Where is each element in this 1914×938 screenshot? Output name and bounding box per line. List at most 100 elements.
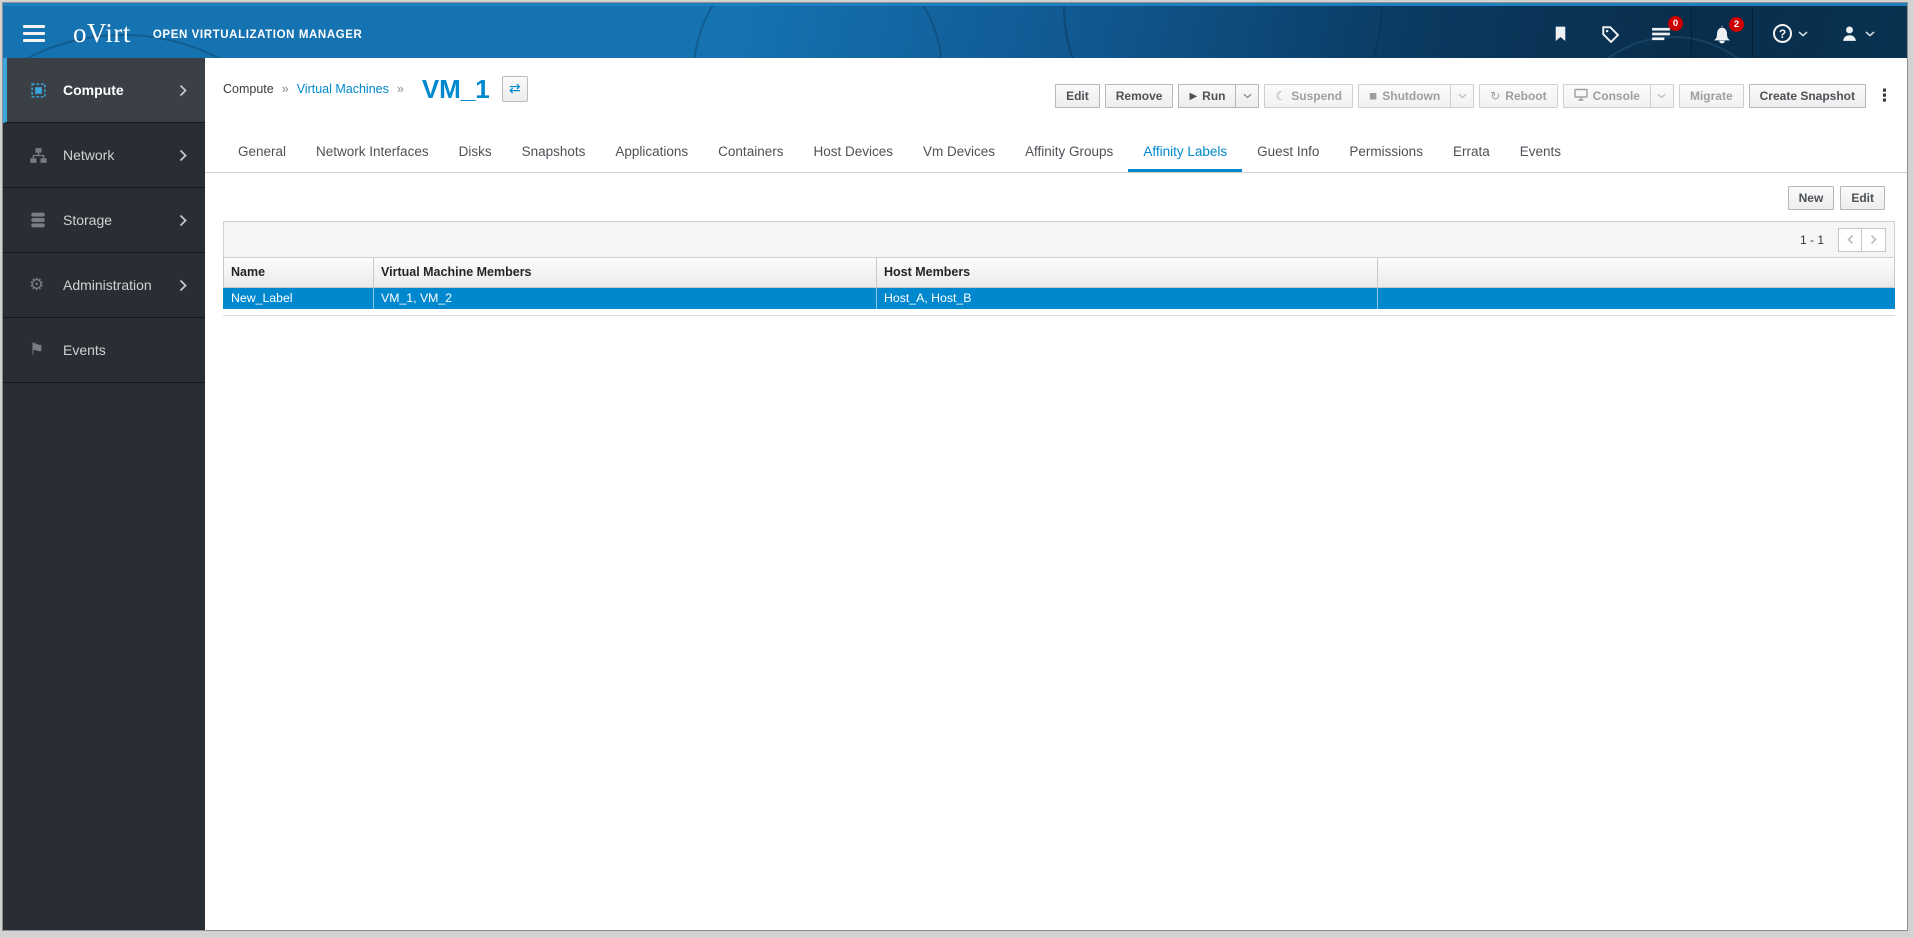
breadcrumb-virtual-machines-link[interactable]: Virtual Machines	[297, 82, 389, 96]
user-menu-button[interactable]	[1824, 24, 1891, 43]
hamburger-menu-icon[interactable]	[23, 25, 45, 46]
console-dropdown-button[interactable]	[1649, 84, 1674, 108]
tab-events[interactable]: Events	[1505, 135, 1576, 172]
tag-icon	[1601, 25, 1619, 43]
column-header-host-members: Host Members	[876, 258, 1378, 288]
sidebar-item-administration[interactable]: ⚙ Administration	[3, 253, 205, 318]
detail-tabs: General Network Interfaces Disks Snapsho…	[205, 135, 1907, 173]
reboot-icon: ↻	[1490, 89, 1501, 103]
tab-network-interfaces[interactable]: Network Interfaces	[301, 135, 444, 172]
chevron-right-icon	[179, 214, 187, 232]
tags-button[interactable]	[1585, 25, 1635, 43]
pagination-range: 1 - 1	[1799, 232, 1824, 247]
masthead: oVirt OPEN VIRTUALIZATION MANAGER 0 2 ?	[3, 3, 1907, 58]
reboot-button[interactable]: ↻ Reboot	[1479, 84, 1558, 108]
run-dropdown-button[interactable]	[1235, 84, 1260, 108]
moon-icon: ☾	[1275, 89, 1287, 103]
run-button[interactable]: ▶ Run	[1178, 84, 1236, 108]
cell-vm-members[interactable]: VM_1, VM_2	[373, 287, 877, 309]
alerts-count-badge: 2	[1729, 16, 1744, 32]
product-name: OPEN VIRTUALIZATION MANAGER	[152, 29, 363, 41]
masthead-divider	[1752, 6, 1753, 58]
vm-action-toolbar: Edit Remove ▶ Run ☾ Suspend ◼ Shutdown ↻ Reb…	[1050, 84, 1893, 108]
table-header-row: Name Virtual Machine Members Host Member…	[223, 258, 1895, 288]
console-monitor-icon	[1573, 88, 1588, 104]
ovirt-logo: oVirt	[73, 18, 131, 48]
sidebar-item-network[interactable]: Network	[3, 123, 205, 188]
tasks-button[interactable]: 0	[1635, 15, 1687, 43]
user-icon	[1840, 24, 1859, 43]
sidebar-item-storage[interactable]: Storage	[3, 188, 205, 253]
sidebar-item-events[interactable]: ⚑ Events	[3, 318, 205, 383]
brand: oVirt OPEN VIRTUALIZATION MANAGER	[73, 6, 362, 58]
breadcrumb-separator: »	[396, 82, 404, 96]
suspend-button[interactable]: ☾ Suspend	[1264, 84, 1353, 108]
tab-disks[interactable]: Disks	[444, 135, 507, 172]
chevron-right-icon	[179, 279, 187, 297]
tab-errata[interactable]: Errata	[1438, 135, 1505, 172]
tab-snapshots[interactable]: Snapshots	[507, 135, 601, 172]
tab-permissions[interactable]: Permissions	[1334, 135, 1438, 172]
sidebar-item-label: Compute	[63, 82, 124, 98]
masthead-icon-bar: 0 2 ?	[1536, 6, 1891, 58]
help-menu-button[interactable]: ?	[1757, 24, 1824, 43]
breadcrumb-compute[interactable]: Compute	[223, 82, 274, 96]
table-row[interactable]: New_Label VM_1, VM_2 Host_A, Host_B	[223, 287, 1895, 309]
sidebar-item-label: Events	[63, 342, 106, 358]
remove-vm-button[interactable]: Remove	[1104, 84, 1174, 108]
switch-entity-button[interactable]: ⇄	[501, 76, 528, 102]
new-label-button[interactable]: New	[1787, 186, 1835, 210]
flag-icon: ⚑	[29, 339, 45, 360]
cell-empty[interactable]	[1377, 287, 1895, 309]
column-header-empty	[1377, 258, 1895, 288]
network-icon	[29, 147, 63, 164]
pagination-bar: 1 - 1	[223, 221, 1895, 258]
page-header: Compute » Virtual Machines » VM_1 ⇄ Edit…	[205, 58, 1907, 133]
chevron-right-icon	[179, 149, 187, 167]
tab-affinity-groups[interactable]: Affinity Groups	[1010, 135, 1128, 172]
stop-icon: ◼	[1368, 90, 1378, 102]
shutdown-button[interactable]: ◼ Shutdown	[1357, 84, 1451, 108]
masthead-decoration	[693, 6, 943, 58]
edit-label-button[interactable]: Edit	[1840, 186, 1885, 210]
sidebar-item-label: Storage	[63, 212, 113, 228]
breadcrumb: Compute » Virtual Machines » VM_1 ⇄	[223, 76, 528, 102]
kebab-menu-icon[interactable]: ⋮	[1876, 87, 1893, 105]
masthead-decoration	[1063, 6, 1383, 58]
create-snapshot-button[interactable]: Create Snapshot	[1748, 84, 1866, 108]
vertical-nav: Compute Network Storage ⚙ Administration…	[3, 58, 205, 930]
migrate-button[interactable]: Migrate	[1678, 84, 1744, 108]
cell-host-members[interactable]: Host_A, Host_B	[876, 287, 1378, 309]
tab-host-devices[interactable]: Host Devices	[798, 135, 908, 172]
tasks-count-badge: 0	[1668, 15, 1683, 31]
tab-containers[interactable]: Containers	[703, 135, 798, 172]
column-header-name: Name	[223, 258, 374, 288]
sidebar-item-label: Network	[63, 147, 115, 163]
edit-vm-button[interactable]: Edit	[1055, 84, 1100, 108]
bookmark-icon	[1552, 25, 1569, 42]
breadcrumb-separator: »	[281, 82, 289, 96]
tab-affinity-labels[interactable]: Affinity Labels	[1128, 135, 1243, 172]
console-button-group: Console	[1562, 84, 1674, 108]
notifications-button[interactable]: 2	[1696, 16, 1748, 44]
chevron-down-icon	[1798, 30, 1808, 37]
app-window: oVirt OPEN VIRTUALIZATION MANAGER 0 2 ? …	[2, 2, 1908, 931]
sidebar-item-label: Administration	[63, 277, 152, 293]
sidebar-item-compute[interactable]: Compute	[3, 58, 205, 123]
tab-applications[interactable]: Applications	[600, 135, 703, 172]
prev-page-button[interactable]	[1838, 227, 1862, 252]
next-page-button[interactable]	[1862, 227, 1886, 252]
bookmarks-button[interactable]	[1536, 25, 1585, 42]
run-button-group: ▶ Run	[1178, 84, 1260, 108]
tab-guest-info[interactable]: Guest Info	[1242, 135, 1334, 172]
tab-general[interactable]: General	[223, 135, 301, 172]
chevron-down-icon	[1865, 30, 1875, 37]
chevron-right-icon	[179, 84, 187, 102]
cell-name[interactable]: New_Label	[223, 287, 374, 309]
compute-icon	[29, 81, 63, 100]
tab-vm-devices[interactable]: Vm Devices	[908, 135, 1010, 172]
console-button[interactable]: Console	[1562, 84, 1650, 108]
shutdown-button-group: ◼ Shutdown	[1357, 84, 1475, 108]
affinity-labels-panel: New Edit 1 - 1 Name Virtual Machine Memb…	[223, 186, 1895, 316]
shutdown-dropdown-button[interactable]	[1450, 84, 1475, 108]
